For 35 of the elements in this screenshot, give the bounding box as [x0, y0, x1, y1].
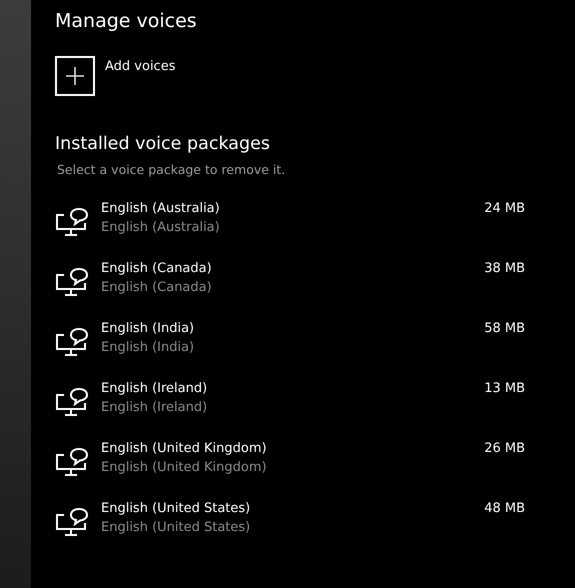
monitor-speech-icon — [55, 507, 89, 537]
package-size: 48 MB — [484, 500, 525, 518]
package-size: 13 MB — [484, 380, 525, 398]
voice-subtitle: English (Australia) — [101, 219, 220, 237]
voice-package-item[interactable]: English (India) English (India) 58 MB — [55, 319, 525, 379]
section-heading: Installed voice packages — [55, 133, 270, 156]
voice-subtitle: English (Canada) — [101, 279, 212, 297]
voice-package-item[interactable]: English (Australia) English (Australia) 24 MB — [55, 199, 525, 259]
voice-subtitle: English (United States) — [101, 519, 250, 537]
add-voices-button[interactable]: Add voices — [55, 56, 176, 96]
package-size: 24 MB — [484, 200, 525, 218]
hint-text: Select a voice package to remove it. — [57, 161, 286, 179]
monitor-speech-icon — [55, 207, 89, 237]
voice-subtitle: English (India) — [101, 339, 194, 357]
voice-name: English (Canada) — [101, 260, 212, 278]
voice-subtitle: English (United Kingdom) — [101, 459, 267, 477]
package-size: 58 MB — [484, 320, 525, 338]
monitor-speech-icon — [55, 327, 89, 357]
voice-name: English (Ireland) — [101, 380, 208, 398]
plus-icon — [55, 56, 95, 96]
package-size: 26 MB — [484, 440, 525, 458]
voice-name: English (United Kingdom) — [101, 440, 267, 458]
monitor-speech-icon — [55, 267, 89, 297]
voice-subtitle: English (Ireland) — [101, 399, 208, 417]
package-size: 38 MB — [484, 260, 525, 278]
voice-name: English (Australia) — [101, 200, 220, 218]
voice-name: English (India) — [101, 320, 194, 338]
voice-package-item[interactable]: English (United States) English (United States) 48 MB — [55, 499, 525, 559]
voice-package-item[interactable]: English (Ireland) English (Ireland) 13 MB — [55, 379, 525, 439]
voice-name: English (United States) — [101, 500, 250, 518]
voice-package-item[interactable]: English (Canada) English (Canada) 38 MB — [55, 259, 525, 319]
voice-package-item[interactable]: English (United Kingdom) English (United Kingdom) 26 MB — [55, 439, 525, 499]
monitor-speech-icon — [55, 447, 89, 477]
page-title: Manage voices — [55, 9, 197, 34]
monitor-speech-icon — [55, 387, 89, 417]
